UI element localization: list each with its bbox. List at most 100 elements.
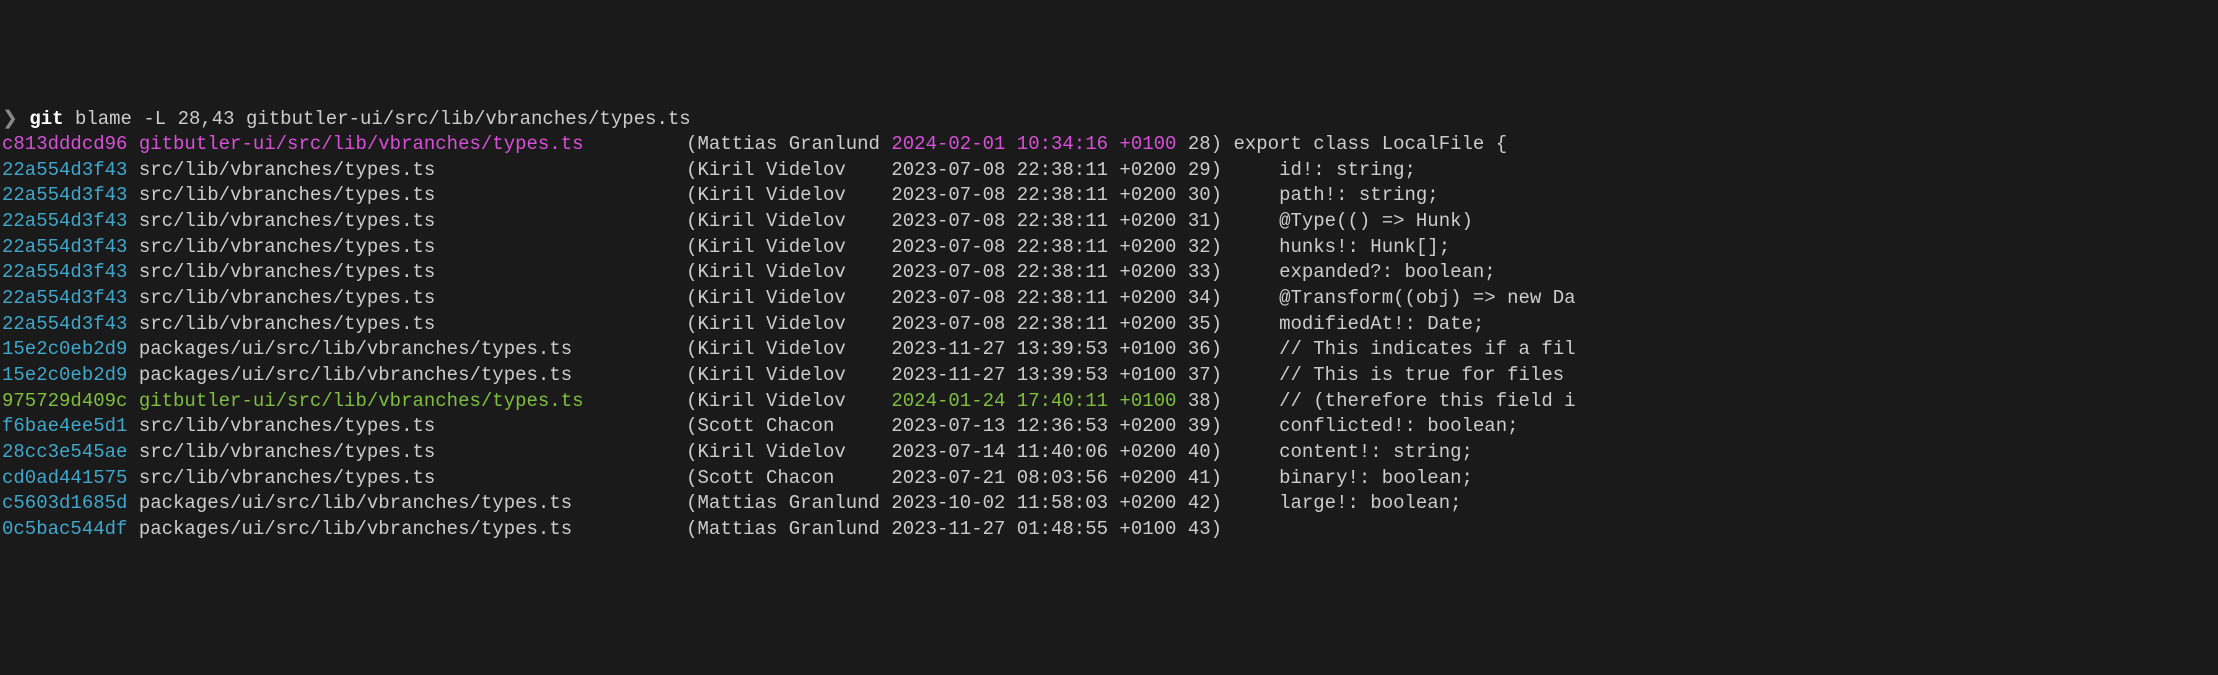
open-paren: (: [686, 184, 697, 206]
author-name: Kiril Videlov: [698, 184, 892, 206]
close-paren: ): [1211, 338, 1234, 360]
source-code: modifiedAt!: Date;: [1233, 313, 1484, 335]
commit-date: 2023-07-13: [891, 415, 1016, 437]
commit-time: 22:38:11: [1017, 159, 1120, 181]
close-paren: ): [1211, 390, 1234, 412]
commit-tz: +0200: [1119, 441, 1187, 463]
commit-date: 2023-11-27: [891, 518, 1016, 540]
commit-tz: +0200: [1119, 467, 1187, 489]
commit-sha: 28cc3e545ae: [2, 441, 139, 463]
blame-row: 22a554d3f43 src/lib/vbranches/types.ts (…: [2, 260, 2216, 286]
open-paren: (: [686, 518, 697, 540]
commit-sha: 975729d409c: [2, 390, 139, 412]
file-path: packages/ui/src/lib/vbranches/types.ts: [139, 364, 686, 386]
prompt-line[interactable]: ❯ git blame -L 28,43 gitbutler-ui/src/li…: [2, 107, 2216, 133]
commit-time: 01:48:55: [1017, 518, 1120, 540]
command-args: blame -L 28,43 gitbutler-ui/src/lib/vbra…: [64, 108, 691, 130]
author-name: Kiril Videlov: [698, 261, 892, 283]
source-code: // This is true for files: [1233, 364, 1575, 386]
source-code: binary!: boolean;: [1233, 467, 1472, 489]
line-number: 40: [1188, 441, 1211, 463]
source-code: @Transform((obj) => new Da: [1233, 287, 1575, 309]
open-paren: (: [686, 338, 697, 360]
open-paren: (: [686, 133, 697, 155]
author-name: Kiril Videlov: [698, 441, 892, 463]
commit-time: 17:40:11: [1017, 390, 1120, 412]
file-path: src/lib/vbranches/types.ts: [139, 210, 686, 232]
author-name: Kiril Videlov: [698, 287, 892, 309]
commit-date: 2023-07-21: [891, 467, 1016, 489]
author-name: Mattias Granlund: [698, 518, 892, 540]
commit-time: 22:38:11: [1017, 313, 1120, 335]
blame-row: cd0ad441575 src/lib/vbranches/types.ts (…: [2, 466, 2216, 492]
line-number: 28: [1188, 133, 1211, 155]
line-number: 35: [1188, 313, 1211, 335]
file-path: gitbutler-ui/src/lib/vbranches/types.ts: [139, 133, 686, 155]
blame-row: 22a554d3f43 src/lib/vbranches/types.ts (…: [2, 158, 2216, 184]
author-name: Kiril Videlov: [698, 313, 892, 335]
blame-row: 15e2c0eb2d9 packages/ui/src/lib/vbranche…: [2, 363, 2216, 389]
commit-date: 2023-07-08: [891, 159, 1016, 181]
open-paren: (: [686, 236, 697, 258]
close-paren: ): [1211, 236, 1234, 258]
commit-time: 22:38:11: [1017, 210, 1120, 232]
file-path: src/lib/vbranches/types.ts: [139, 313, 686, 335]
commit-time: 22:38:11: [1017, 287, 1120, 309]
commit-time: 13:39:53: [1017, 338, 1120, 360]
close-paren: ): [1211, 492, 1234, 514]
line-number: 33: [1188, 261, 1211, 283]
line-number: 32: [1188, 236, 1211, 258]
commit-date: 2023-07-08: [891, 236, 1016, 258]
source-code: @Type(() => Hunk): [1233, 210, 1472, 232]
author-name: Scott Chacon: [698, 467, 892, 489]
source-code: conflicted!: boolean;: [1233, 415, 1518, 437]
commit-time: 12:36:53: [1017, 415, 1120, 437]
commit-date: 2023-07-08: [891, 210, 1016, 232]
commit-time: 22:38:11: [1017, 261, 1120, 283]
commit-tz: +0100: [1119, 133, 1187, 155]
commit-tz: +0200: [1119, 415, 1187, 437]
commit-tz: +0200: [1119, 492, 1187, 514]
commit-time: 22:38:11: [1017, 236, 1120, 258]
line-number: 31: [1188, 210, 1211, 232]
close-paren: ): [1211, 261, 1234, 283]
close-paren: ): [1211, 287, 1234, 309]
commit-sha: 22a554d3f43: [2, 210, 139, 232]
commit-sha: 15e2c0eb2d9: [2, 338, 139, 360]
commit-date: 2023-07-08: [891, 184, 1016, 206]
commit-sha: 0c5bac544df: [2, 518, 139, 540]
line-number: 41: [1188, 467, 1211, 489]
author-name: Mattias Granlund: [698, 492, 892, 514]
line-number: 36: [1188, 338, 1211, 360]
commit-sha: f6bae4ee5d1: [2, 415, 139, 437]
blame-row: 0c5bac544df packages/ui/src/lib/vbranche…: [2, 517, 2216, 543]
author-name: Kiril Videlov: [698, 390, 892, 412]
file-path: src/lib/vbranches/types.ts: [139, 467, 686, 489]
author-name: Kiril Videlov: [698, 159, 892, 181]
blame-row: c813dddcd96 gitbutler-ui/src/lib/vbranch…: [2, 132, 2216, 158]
open-paren: (: [686, 159, 697, 181]
line-number: 30: [1188, 184, 1211, 206]
close-paren: ): [1211, 518, 1234, 540]
blame-row: 22a554d3f43 src/lib/vbranches/types.ts (…: [2, 286, 2216, 312]
line-number: 37: [1188, 364, 1211, 386]
file-path: packages/ui/src/lib/vbranches/types.ts: [139, 338, 686, 360]
author-name: Scott Chacon: [698, 415, 892, 437]
terminal-output: ❯ git blame -L 28,43 gitbutler-ui/src/li…: [2, 107, 2216, 543]
commit-sha: 22a554d3f43: [2, 313, 139, 335]
source-code: id!: string;: [1233, 159, 1415, 181]
blame-row: 22a554d3f43 src/lib/vbranches/types.ts (…: [2, 235, 2216, 261]
commit-tz: +0200: [1119, 287, 1187, 309]
commit-sha: c813dddcd96: [2, 133, 139, 155]
open-paren: (: [686, 390, 697, 412]
commit-tz: +0200: [1119, 159, 1187, 181]
author-name: Kiril Videlov: [698, 210, 892, 232]
line-number: 34: [1188, 287, 1211, 309]
source-code: expanded?: boolean;: [1233, 261, 1495, 283]
commit-sha: 22a554d3f43: [2, 236, 139, 258]
open-paren: (: [686, 415, 697, 437]
source-code: export class LocalFile {: [1233, 133, 1507, 155]
open-paren: (: [686, 210, 697, 232]
close-paren: ): [1211, 133, 1234, 155]
close-paren: ): [1211, 441, 1234, 463]
